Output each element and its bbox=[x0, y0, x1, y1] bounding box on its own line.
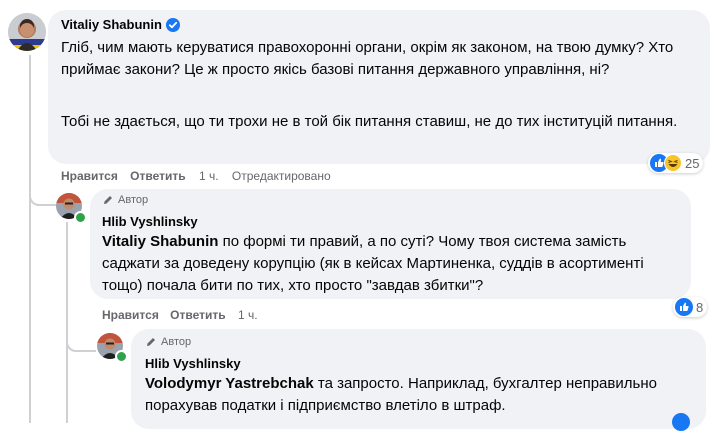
verified-badge-icon bbox=[165, 17, 180, 32]
reaction-count: 8 bbox=[696, 299, 704, 315]
author-badge-label: Автор bbox=[161, 336, 192, 348]
reply-actions: Нравится Ответить 1 ч. bbox=[102, 308, 258, 322]
reply-author[interactable]: Hlib Vyshlinsky bbox=[102, 214, 198, 229]
mention-link[interactable]: Volodymyr Yastrebchak bbox=[145, 375, 314, 392]
timestamp[interactable]: 1 ч. bbox=[238, 308, 258, 322]
mention-link[interactable]: Vitaliy Shabunin bbox=[102, 233, 218, 250]
reply-text: Vitaliy Shabunin по формі ти правий, а п… bbox=[102, 231, 682, 297]
comment-author[interactable]: Vitaliy Shabunin bbox=[61, 17, 180, 32]
pencil-icon bbox=[104, 196, 112, 204]
thread-connector-nested bbox=[66, 320, 96, 352]
like-reaction-icon bbox=[675, 298, 693, 316]
reaction-count: 25 bbox=[685, 155, 700, 171]
comment-text-paragraph-1: Гліб, чим мають керуватися правохоронні … bbox=[61, 39, 674, 78]
comment-actions: Нравится Ответить 1 ч. Отредактировано bbox=[61, 169, 331, 183]
author-badge: Автор bbox=[102, 194, 148, 206]
thread-connector bbox=[29, 170, 59, 206]
like-button[interactable]: Нравится bbox=[61, 169, 118, 183]
reply-button[interactable]: Ответить bbox=[130, 169, 185, 183]
avatar-photo-icon bbox=[8, 13, 46, 51]
reaction-summary-partial[interactable] bbox=[672, 413, 690, 436]
author-badge-label: Автор bbox=[118, 194, 149, 206]
like-reaction-icon bbox=[672, 413, 690, 431]
thread-line bbox=[29, 55, 31, 423]
timestamp[interactable]: 1 ч. bbox=[199, 169, 219, 183]
author-badge: Автор bbox=[145, 336, 191, 348]
author-name[interactable]: Vitaliy Shabunin bbox=[61, 17, 162, 32]
edited-label[interactable]: Отредактировано bbox=[232, 169, 331, 183]
online-status-indicator bbox=[115, 350, 128, 363]
reply-author[interactable]: Hlib Vyshlinsky bbox=[145, 356, 241, 371]
reply-text: Volodymyr Yastrebchak та запросто. Напри… bbox=[145, 373, 700, 417]
comment-bubble bbox=[48, 10, 710, 164]
reply-button[interactable]: Ответить bbox=[170, 308, 225, 322]
reaction-summary[interactable]: 8 bbox=[673, 297, 708, 317]
like-button[interactable]: Нравится bbox=[102, 308, 159, 322]
avatar-vitaliy[interactable] bbox=[8, 13, 46, 51]
pencil-icon bbox=[147, 338, 155, 346]
online-status-indicator bbox=[74, 211, 87, 224]
haha-reaction-icon bbox=[664, 154, 682, 172]
comment-text-paragraph-2: Тобі не здається, що ти трохи не в той б… bbox=[61, 113, 678, 130]
reaction-summary[interactable]: 25 bbox=[648, 153, 704, 173]
